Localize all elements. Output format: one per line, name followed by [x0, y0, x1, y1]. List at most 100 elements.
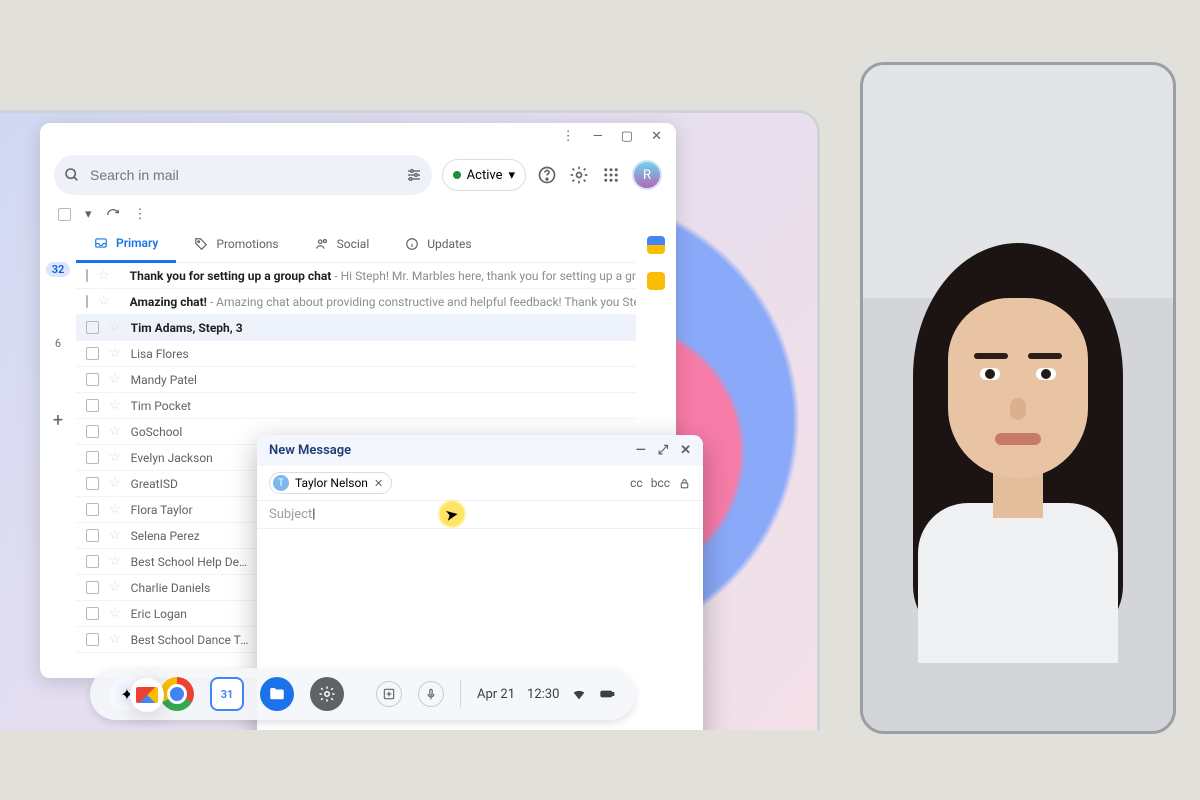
row-checkbox[interactable]	[86, 633, 99, 646]
star-icon[interactable]: ☆	[109, 476, 121, 491]
star-icon[interactable]: ☆	[109, 320, 121, 335]
star-icon[interactable]: ☆	[109, 450, 121, 465]
remove-recipient-icon[interactable]: ✕	[374, 477, 383, 490]
search-options-icon[interactable]	[406, 167, 422, 183]
row-checkbox[interactable]	[86, 347, 99, 360]
email-row[interactable]: ☆Tim Adams, Steph, 3	[76, 315, 636, 341]
email-sender: Best School Dance Troupe	[131, 633, 251, 647]
window-minimize-icon[interactable]: —	[593, 129, 603, 147]
keep-addon-icon[interactable]	[647, 272, 665, 290]
email-row[interactable]: ☆Jack MarblesThank you for setting up a …	[76, 263, 636, 289]
screen-capture-icon[interactable]	[376, 681, 402, 707]
star-icon[interactable]: ☆	[109, 398, 121, 413]
star-icon[interactable]: ☆	[109, 502, 121, 517]
files-app-icon[interactable]	[260, 677, 294, 711]
email-row[interactable]: ☆ Tim Pocket	[76, 393, 636, 419]
email-row[interactable]: ☆ Lisa Flores	[76, 341, 636, 367]
recipients-row[interactable]: T Taylor Nelson ✕ cc bcc	[257, 466, 703, 501]
email-sender: Best School Help Desk	[131, 555, 251, 569]
bcc-button[interactable]: bcc	[651, 476, 670, 490]
compose-fullscreen-icon[interactable]: ⤢	[658, 443, 668, 458]
account-avatar[interactable]: R	[632, 160, 662, 190]
battery-icon[interactable]	[599, 686, 615, 702]
select-dropdown-icon[interactable]: ▾	[85, 207, 92, 222]
star-icon[interactable]: ☆	[109, 346, 121, 361]
row-checkbox[interactable]	[86, 295, 88, 308]
compose-minimize-icon[interactable]: —	[636, 443, 646, 458]
more-actions-icon[interactable]: ⋮	[134, 207, 147, 222]
cc-button[interactable]: cc	[630, 476, 643, 490]
refresh-icon[interactable]	[106, 208, 120, 222]
settings-icon[interactable]	[568, 164, 590, 186]
email-sender: Lisa Flores	[131, 347, 251, 361]
mouse-pointer-icon: ➤	[444, 503, 461, 524]
star-icon[interactable]: ☆	[98, 294, 110, 309]
status-chip[interactable]: Active ▾	[442, 159, 526, 191]
row-checkbox[interactable]	[86, 581, 99, 594]
recipient-chip[interactable]: T Taylor Nelson ✕	[269, 472, 392, 494]
email-sender: Tim Pocket	[131, 399, 251, 413]
row-checkbox[interactable]	[86, 399, 99, 412]
row-checkbox[interactable]	[86, 477, 99, 490]
compose-title: New Message	[269, 443, 351, 458]
row-checkbox[interactable]	[86, 451, 99, 464]
list-controls: ▾ ⋮	[40, 203, 676, 226]
window-close-icon[interactable]: ✕	[651, 129, 662, 147]
window-maximize-icon[interactable]: ▢	[621, 129, 633, 147]
apps-grid-icon[interactable]	[600, 164, 622, 186]
star-icon[interactable]: ☆	[109, 606, 121, 621]
search-input[interactable]	[90, 167, 396, 183]
wifi-icon[interactable]	[571, 686, 587, 702]
star-icon[interactable]: ☆	[109, 424, 121, 439]
tab-social[interactable]: Social	[297, 226, 388, 262]
star-icon[interactable]: ☆	[109, 554, 121, 569]
calendar-app-icon[interactable]: 31	[210, 677, 244, 711]
people-icon	[315, 237, 329, 251]
expand-labels-icon[interactable]: +	[53, 410, 63, 431]
lock-icon[interactable]	[678, 477, 691, 490]
row-checkbox[interactable]	[86, 529, 99, 542]
row-checkbox[interactable]	[86, 425, 99, 438]
select-all-checkbox[interactable]	[58, 208, 71, 221]
email-sender: Selena Perez	[131, 529, 251, 543]
star-icon[interactable]: ☆	[98, 268, 110, 283]
email-preview: Thank you for setting up a group chat - …	[130, 269, 636, 283]
tab-updates[interactable]: Updates	[387, 226, 489, 262]
star-icon[interactable]: ☆	[109, 528, 121, 543]
row-checkbox[interactable]	[86, 555, 99, 568]
row-checkbox[interactable]	[86, 607, 99, 620]
email-row[interactable]: ☆Anna PritchardAmazing chat! - Amazing c…	[76, 289, 636, 315]
subject-row[interactable]: Subject| ➤	[257, 501, 703, 529]
calendar-addon-icon[interactable]	[647, 236, 665, 254]
tab-primary[interactable]: Primary	[76, 226, 176, 263]
star-icon[interactable]: ☆	[109, 632, 121, 647]
email-sender: Charlie Daniels	[131, 581, 251, 595]
chrome-icon[interactable]	[160, 677, 194, 711]
star-icon[interactable]: ☆	[109, 372, 121, 387]
settings-app-icon[interactable]	[310, 677, 344, 711]
row-checkbox[interactable]	[86, 321, 99, 334]
cursor-highlight: ➤	[437, 499, 467, 529]
row-checkbox[interactable]	[86, 373, 99, 386]
taskbar-time[interactable]: 12:30	[527, 687, 559, 702]
chromebook-frame: ⋮ — ▢ ✕ Active ▾	[0, 110, 820, 730]
email-row[interactable]: ☆Mandy Patel	[76, 367, 636, 393]
help-icon[interactable]	[536, 164, 558, 186]
row-checkbox[interactable]	[86, 503, 99, 516]
compose-close-icon[interactable]: ✕	[680, 443, 691, 458]
tab-label: Updates	[427, 237, 471, 251]
status-dot-icon	[453, 171, 461, 179]
chevron-down-icon: ▾	[508, 168, 515, 183]
presenter-figure	[898, 243, 1138, 663]
tab-promotions[interactable]: Promotions	[176, 226, 296, 262]
taskbar-date[interactable]: Apr 21	[477, 687, 515, 702]
row-checkbox[interactable]	[86, 269, 88, 282]
tab-label: Social	[337, 237, 370, 251]
subject-placeholder: Subject	[269, 507, 312, 522]
gmail-app-icon[interactable]	[130, 678, 164, 712]
email-sender: Flora Taylor	[131, 503, 251, 517]
star-icon[interactable]: ☆	[109, 580, 121, 595]
search-bar[interactable]	[54, 155, 432, 195]
window-more-icon[interactable]: ⋮	[562, 129, 575, 147]
dictation-icon[interactable]	[418, 681, 444, 707]
